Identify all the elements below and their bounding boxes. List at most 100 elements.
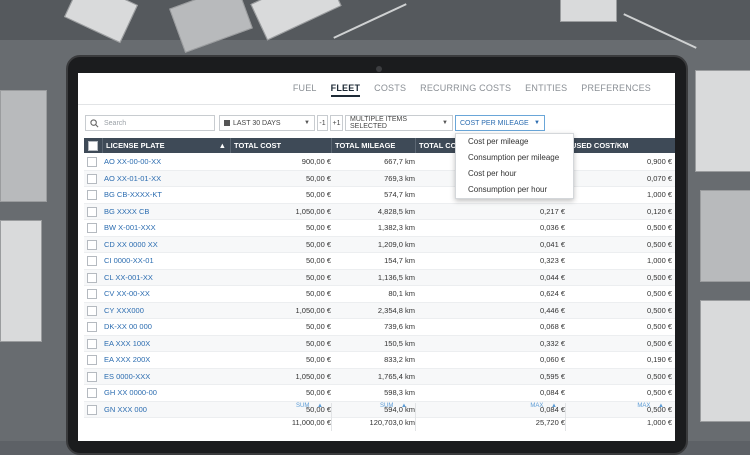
table-row[interactable]: ES 0000-XXX 1,050,00 € 1,765,4 km 0,595 € 0,…: [84, 368, 675, 385]
ucpk-aggregate[interactable]: MAX ▲: [567, 403, 672, 409]
option-consumption-per-mileage[interactable]: Consumption per mileage: [456, 150, 573, 166]
license-plate-link[interactable]: GH XX 0000-00: [104, 385, 224, 400]
metric-select[interactable]: COST PER MILEAGE ▼: [455, 115, 545, 131]
multi-select[interactable]: MULTIPLE ITEMS SELECTED ▼: [345, 115, 453, 131]
total-mileage-cell: 667,7 km: [384, 157, 415, 166]
option-cost-per-mileage[interactable]: Cost per mileage: [456, 134, 573, 150]
option-cost-per-hour[interactable]: Cost per hour: [456, 166, 573, 182]
license-plate-link[interactable]: CY XXX000: [104, 303, 224, 318]
license-plate-link[interactable]: CV XX-00-XX: [104, 286, 224, 301]
row-checkbox[interactable]: [87, 388, 97, 398]
table-row[interactable]: EA XXX 200X 50,00 € 833,2 km 0,060 € 0,190 €: [84, 352, 675, 369]
row-checkbox[interactable]: [87, 173, 97, 184]
total-cost-cell: 50,00 €: [305, 173, 331, 183]
footer-divider: [331, 403, 332, 431]
license-plate-link[interactable]: AO XX-01-01-XX: [104, 171, 224, 186]
total-cost-per-cell: 0,595 €: [539, 371, 565, 381]
tab-entities[interactable]: ENTITIES: [525, 83, 567, 97]
row-checkbox[interactable]: [87, 239, 97, 250]
row-checkbox[interactable]: [87, 371, 97, 382]
used-cost-km-cell: 0,120 €: [646, 206, 672, 216]
tab-recurring-costs[interactable]: RECURRING COSTS: [420, 83, 511, 97]
header-total-mileage[interactable]: TOTAL MILEAGE: [331, 138, 415, 153]
used-cost-km-cell: 0,500 €: [646, 322, 672, 331]
date-range-select[interactable]: LAST 30 DAYS ▼: [219, 115, 315, 131]
tab-preferences[interactable]: PREFERENCES: [581, 83, 651, 97]
table-row[interactable]: BG CB-XXXX-KT 50,00 € 574,7 km 1,000 €: [84, 187, 675, 204]
chevron-up-icon: ▲: [401, 403, 407, 409]
used-cost-km-cell: 0,500 €: [646, 388, 672, 397]
table-row[interactable]: BW X-001-XXX 50,00 € 1,382,3 km 0,036 € 0,50…: [84, 220, 675, 237]
table-row[interactable]: BG XXXX CB 1,050,00 € 4,828,5 km 0,217 € 0,1…: [84, 203, 675, 220]
tab-fuel[interactable]: FUEL: [293, 83, 317, 97]
total-mileage-cell: 769,3 km: [384, 173, 415, 183]
total-mileage-cell: 1,765,4 km: [377, 371, 415, 381]
table-row[interactable]: CV XX-00-XX 50,00 € 80,1 km 0,624 € 0,500 €: [84, 286, 675, 303]
license-plate-link[interactable]: EA XXX 200X: [104, 352, 224, 367]
row-checkbox[interactable]: [87, 355, 97, 365]
search-input[interactable]: Search: [85, 115, 215, 131]
table-body: AO XX-00-00-XX 900,00 €667,7 km 0,900 € AO …: [84, 154, 675, 418]
row-checkbox[interactable]: [87, 206, 97, 217]
used-cost-km-cell: 0,190 €: [646, 355, 672, 364]
mileage-aggregate[interactable]: SUM ▲: [333, 403, 415, 409]
row-checkbox[interactable]: [87, 223, 97, 233]
cpk-aggregate[interactable]: MAX ▲: [417, 403, 565, 409]
used-cost-km-cell: 0,500 €: [646, 289, 672, 298]
license-plate-link[interactable]: BG XXXX CB: [104, 204, 224, 219]
row-checkbox[interactable]: [87, 256, 97, 266]
total-mileage-cell: 154,7 km: [384, 256, 415, 265]
row-checkbox[interactable]: [87, 272, 97, 283]
row-checkbox[interactable]: [87, 289, 97, 299]
table-row[interactable]: AO XX-01-01-XX 50,00 € 769,3 km 0,070 €: [84, 170, 675, 187]
total-cost-cell: 50,00 €: [305, 322, 331, 331]
header-total-cost[interactable]: TOTAL COST: [230, 138, 331, 153]
row-checkbox[interactable]: [87, 338, 97, 349]
row-checkbox[interactable]: [87, 305, 97, 316]
total-mileage-cell: 1,382,3 km: [377, 223, 415, 232]
row-checkbox[interactable]: [87, 190, 97, 200]
used-cost-km-cell: 0,900 €: [646, 157, 672, 166]
license-plate-link[interactable]: BW X-001-XXX: [104, 220, 224, 235]
total-cost-per-cell: 0,041 €: [539, 239, 565, 249]
license-plate-link[interactable]: ES 0000-XXX: [104, 369, 224, 384]
table-row[interactable]: EA XXX 100X 50,00 € 150,5 km 0,332 € 0,500 €: [84, 335, 675, 352]
table-row[interactable]: GH XX 0000-00 50,00 € 598,3 km 0,084 € 0,500…: [84, 385, 675, 402]
license-plate-link[interactable]: BG CB-XXXX-KT: [104, 187, 224, 202]
license-plate-link[interactable]: DK-XX 00 000: [104, 319, 224, 334]
table-row[interactable]: CI 0000-XX-01 50,00 € 154,7 km 0,323 € 1,000…: [84, 253, 675, 270]
row-checkbox[interactable]: [87, 157, 97, 167]
total-cost-cell: 50,00 €: [305, 239, 331, 249]
used-cost-km-cell: 1,000 €: [646, 190, 672, 199]
tab-fleet[interactable]: FLEET: [330, 83, 361, 97]
license-plate-link[interactable]: AO XX-00-00-XX: [104, 154, 224, 169]
minus-one-button[interactable]: -1: [317, 115, 328, 131]
table-row[interactable]: AO XX-00-00-XX 900,00 € 667,7 km 0,900 €: [84, 154, 675, 171]
license-plate-link[interactable]: CL XX-001-XX: [104, 270, 224, 285]
select-all-checkbox[interactable]: [88, 141, 98, 151]
option-consumption-per-hour[interactable]: Consumption per hour: [456, 182, 573, 198]
license-plate-link[interactable]: CI 0000-XX-01: [104, 253, 224, 268]
license-plate-link[interactable]: EA XXX 100X: [104, 336, 224, 351]
used-cost-km-cell: 0,500 €: [646, 305, 672, 315]
cost-aggregate[interactable]: SUM ▲: [232, 403, 331, 409]
total-cost-cell: 1,050,00 €: [295, 305, 331, 315]
plus-one-button[interactable]: +1: [330, 115, 343, 131]
table-row[interactable]: CD XX 0000 XX 50,00 € 1,209,0 km 0,041 € 0,5…: [84, 236, 675, 253]
metric-dropdown: Cost per mileage Consumption per mileage…: [455, 133, 574, 199]
total-mileage-cell: 739,6 km: [384, 322, 415, 331]
table-row[interactable]: CY XXX000 1,050,00 € 2,354,8 km 0,446 € 0,50…: [84, 302, 675, 319]
total-cost-per-cell: 0,332 €: [539, 338, 565, 348]
total-mileage-cell: 574,7 km: [384, 190, 415, 199]
footer-divider: [415, 403, 416, 431]
header-license-plate[interactable]: LICENSE PLATE ▲: [102, 138, 230, 153]
table-row[interactable]: DK-XX 00 000 50,00 € 739,6 km 0,068 € 0,500 …: [84, 319, 675, 336]
ucpk-total: 1,000 €: [646, 418, 672, 427]
row-checkbox[interactable]: [87, 322, 97, 332]
tab-costs[interactable]: COSTS: [374, 83, 406, 97]
table-row[interactable]: CL XX-001-XX 50,00 € 1,136,5 km 0,044 € 0,50…: [84, 269, 675, 286]
license-plate-link[interactable]: CD XX 0000 XX: [104, 237, 224, 252]
used-cost-km-cell: 0,500 €: [646, 371, 672, 381]
header-used-cost-km[interactable]: USED COST/KM: [565, 138, 675, 153]
chevron-up-icon: ▲: [317, 403, 323, 409]
